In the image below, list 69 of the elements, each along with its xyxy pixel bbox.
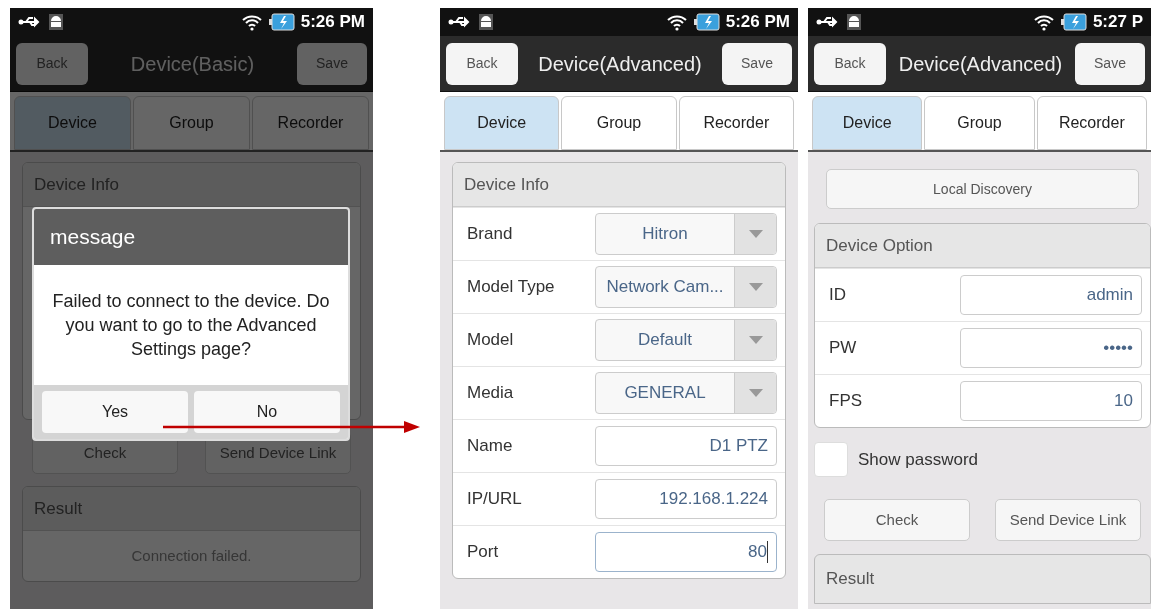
usb-icon	[816, 15, 840, 29]
status-time: 5:27 P	[1092, 11, 1143, 34]
dropdown-field[interactable]: Default	[595, 319, 777, 361]
input-field[interactable]: 192.168.1.224	[595, 479, 777, 519]
dialog-message: Failed to connect to the device. Do you want to go to the Advanced Settings page?	[51, 290, 331, 361]
input-field[interactable]: 80	[595, 532, 777, 572]
wifi-icon	[240, 13, 263, 31]
android-icon	[846, 13, 862, 31]
panel-title: Result	[826, 568, 875, 591]
header-title: Device(Advanced)	[537, 51, 703, 77]
caret-icon	[748, 389, 763, 397]
wifi-icon	[1032, 13, 1055, 31]
dropdown-field[interactable]: Network Cam...	[595, 266, 777, 308]
action-button[interactable]: Send Device Link	[995, 499, 1141, 541]
battery-icon	[268, 13, 295, 31]
dropdown-field[interactable]: GENERAL	[595, 372, 777, 414]
field-label: Name	[467, 435, 514, 458]
tab[interactable]: Group	[133, 96, 250, 150]
dialog-title: message	[50, 224, 136, 251]
tab[interactable]: Recorder	[252, 96, 369, 150]
tab[interactable]: Device	[812, 96, 923, 150]
caret-icon	[748, 230, 763, 238]
android-icon	[48, 13, 64, 31]
action-button[interactable]: Check	[824, 499, 970, 541]
panel-title: Device Option	[826, 234, 933, 257]
tab[interactable]: Recorder	[1036, 96, 1147, 150]
panel-title: Result	[34, 497, 83, 520]
field-label: Brand	[467, 223, 514, 246]
wifi-icon	[665, 13, 688, 31]
field-label: IP/URL	[467, 488, 523, 511]
field-label: ID	[829, 284, 847, 307]
save-button[interactable]: Save	[1075, 42, 1145, 85]
usb-icon	[448, 15, 472, 29]
dropdown-field[interactable]: Hitron	[595, 213, 777, 255]
text-cursor	[767, 541, 768, 563]
field-label: Media	[467, 382, 515, 405]
field-label: Port	[467, 541, 500, 564]
tab[interactable]: Device	[444, 96, 560, 150]
back-button[interactable]: Back	[446, 42, 518, 85]
input-field[interactable]: •••••	[960, 328, 1142, 368]
field-label: FPS	[829, 390, 864, 413]
usb-icon	[18, 15, 42, 29]
dialog-button[interactable]: No	[194, 391, 340, 433]
caret-icon	[748, 336, 763, 344]
back-button[interactable]: Back	[814, 42, 886, 85]
tab[interactable]: Group	[924, 96, 1035, 150]
android-icon	[478, 13, 494, 31]
status-time: 5:26 PM	[725, 11, 790, 34]
header-title: Device(Basic)	[129, 51, 256, 77]
battery-icon	[1060, 13, 1087, 31]
battery-icon	[693, 13, 720, 31]
field-label: Model Type	[467, 276, 556, 299]
tab[interactable]: Group	[561, 96, 677, 150]
field-label: Model	[467, 329, 515, 352]
status-time: 5:26 PM	[300, 11, 365, 34]
checkbox-label: Show password	[858, 448, 978, 471]
tab[interactable]: Recorder	[678, 96, 794, 150]
checkbox[interactable]	[814, 442, 848, 477]
panel-title: Device Info	[34, 173, 120, 196]
field-label: PW	[829, 337, 858, 360]
save-button[interactable]: Save	[722, 42, 792, 85]
local-discovery-button[interactable]: Local Discovery	[826, 169, 1139, 209]
dialog-button[interactable]: Yes	[42, 391, 188, 433]
input-field[interactable]: D1 PTZ	[595, 426, 777, 466]
panel-title: Device Info	[464, 173, 550, 196]
input-field[interactable]: 10	[960, 381, 1142, 421]
header-title: Device(Advanced)	[897, 51, 1064, 77]
input-field[interactable]: admin	[960, 275, 1142, 315]
caret-icon	[748, 283, 763, 291]
